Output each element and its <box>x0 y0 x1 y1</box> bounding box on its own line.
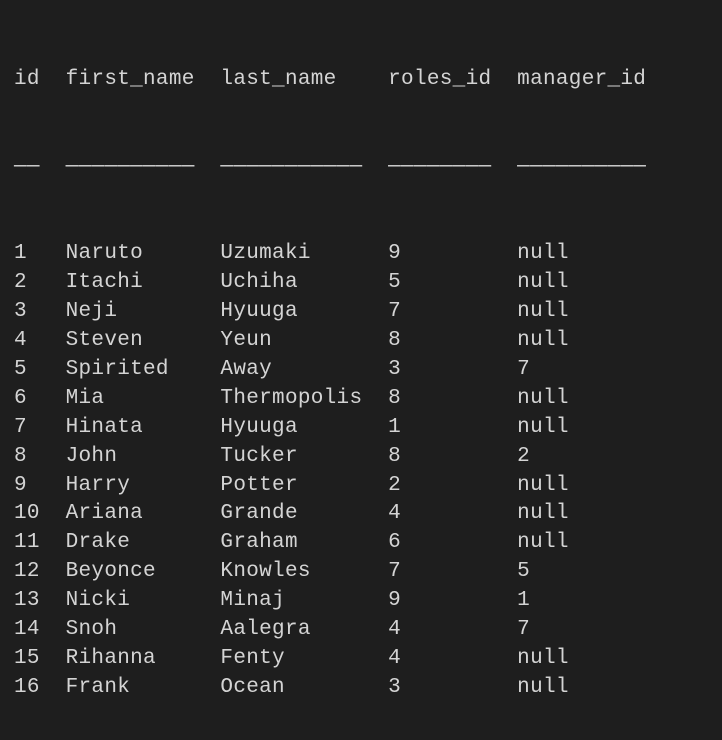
table-header-row: id first_name last_name roles_id manager… <box>14 66 708 95</box>
terminal-table-output: id first_name last_name roles_id manager… <box>14 8 708 732</box>
table-row: 15 Rihanna Fenty 4 null <box>14 645 708 674</box>
table-rows-container: 1 Naruto Uzumaki 9 null2 Itachi Uchiha 5… <box>14 240 708 704</box>
table-row: 9 Harry Potter 2 null <box>14 472 708 501</box>
table-row: 10 Ariana Grande 4 null <box>14 500 708 529</box>
table-row: 16 Frank Ocean 3 null <box>14 674 708 703</box>
table-row: 6 Mia Thermopolis 8 null <box>14 385 708 414</box>
table-row: 2 Itachi Uchiha 5 null <box>14 269 708 298</box>
table-row: 8 John Tucker 8 2 <box>14 443 708 472</box>
table-row: 11 Drake Graham 6 null <box>14 529 708 558</box>
table-separator-row: —— —————————— ——————————— ———————— —————… <box>14 153 708 182</box>
table-row: 13 Nicki Minaj 9 1 <box>14 587 708 616</box>
table-row: 12 Beyonce Knowles 7 5 <box>14 558 708 587</box>
table-row: 5 Spirited Away 3 7 <box>14 356 708 385</box>
table-row: 3 Neji Hyuuga 7 null <box>14 298 708 327</box>
table-row: 4 Steven Yeun 8 null <box>14 327 708 356</box>
table-row: 1 Naruto Uzumaki 9 null <box>14 240 708 269</box>
table-row: 7 Hinata Hyuuga 1 null <box>14 414 708 443</box>
table-row: 14 Snoh Aalegra 4 7 <box>14 616 708 645</box>
